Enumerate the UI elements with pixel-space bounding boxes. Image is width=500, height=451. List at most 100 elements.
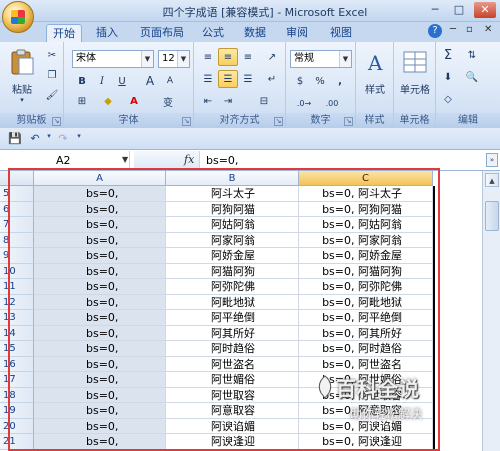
cell-c[interactable]: bs=0, 阿姑阿翁 (299, 217, 433, 233)
font-color-icon[interactable]: A (124, 92, 144, 110)
cell-b[interactable]: 阿弥陀佛 (166, 279, 299, 295)
tab-review[interactable]: 审阅 (280, 24, 314, 42)
underline-button[interactable]: U (112, 72, 132, 90)
cell-a[interactable]: bs=0, (34, 248, 166, 264)
vertical-scrollbar[interactable]: ▲ (482, 171, 500, 451)
fill-color-icon[interactable]: ◆ (98, 92, 118, 110)
grow-font-button[interactable]: A (140, 72, 160, 90)
fill-icon[interactable]: ⬇ (438, 68, 458, 86)
cell-a[interactable]: bs=0, (34, 325, 166, 341)
paste-button[interactable]: 粘贴 ▾ (6, 48, 38, 104)
cell-c[interactable]: bs=0, 阿狗阿猫 (299, 201, 433, 217)
row-header[interactable]: 10 (0, 263, 34, 279)
cell-c[interactable]: bs=0, 阿时趋俗 (299, 341, 433, 357)
office-button[interactable] (2, 1, 34, 33)
clipboard-launcher-icon[interactable]: ↘ (52, 117, 61, 126)
cell-a[interactable]: bs=0, (34, 434, 166, 450)
autosum-button[interactable]: Σ (438, 46, 458, 64)
find-select-icon[interactable]: 🔍 (462, 68, 482, 86)
expand-formula-bar-icon[interactable]: » (486, 153, 498, 167)
cell-c[interactable]: bs=0, 阿弥陀佛 (299, 279, 433, 295)
font-size-combo[interactable]: 12 ▼ (158, 50, 190, 68)
styles-button[interactable]: A 样式 (360, 48, 390, 96)
cell-b[interactable]: 阿猫阿狗 (166, 263, 299, 279)
font-launcher-icon[interactable]: ↘ (182, 117, 191, 126)
tab-home[interactable]: 开始 (46, 24, 82, 42)
phonetic-button[interactable]: 变 (158, 92, 178, 110)
cell-a[interactable]: bs=0, (34, 403, 166, 419)
column-header-c[interactable]: C (299, 171, 433, 186)
cell-b[interactable]: 阿世取容 (166, 387, 299, 403)
cell-b[interactable]: 阿娇金屋 (166, 248, 299, 264)
increase-decimal-icon[interactable]: .0→ (294, 94, 314, 112)
number-format-combo[interactable]: 常规 ▼ (290, 50, 352, 68)
ribbon-restore-icon[interactable]: ▫ (466, 24, 473, 35)
column-header-a[interactable]: A (34, 171, 166, 186)
bold-button[interactable]: B (72, 72, 92, 90)
cell-b[interactable]: 阿谀逢迎 (166, 434, 299, 450)
cell-a[interactable]: bs=0, (34, 341, 166, 357)
cell-b[interactable]: 阿时趋俗 (166, 341, 299, 357)
font-name-dropdown-icon[interactable]: ▼ (141, 51, 153, 67)
paste-dropdown-icon[interactable]: ▾ (6, 96, 38, 104)
number-format-dropdown-icon[interactable]: ▼ (339, 51, 351, 67)
scroll-up-icon[interactable]: ▲ (485, 173, 499, 187)
align-center-icon[interactable]: ☰ (218, 70, 238, 88)
tab-data[interactable]: 数据 (238, 24, 272, 42)
align-bottom-icon[interactable]: ≡ (238, 48, 258, 66)
cell-b[interactable]: 阿狗阿猫 (166, 201, 299, 217)
redo-icon[interactable]: ↷ (56, 132, 70, 146)
cell-a[interactable]: bs=0, (34, 201, 166, 217)
cell-c[interactable]: bs=0, 阿家阿翁 (299, 232, 433, 248)
row-header[interactable]: 13 (0, 310, 34, 326)
border-icon[interactable]: ⊞ (72, 92, 92, 110)
cell-a[interactable]: bs=0, (34, 372, 166, 388)
cell-a[interactable]: bs=0, (34, 279, 166, 295)
row-header[interactable]: 11 (0, 279, 34, 295)
cell-c[interactable]: bs=0, 阿斗太子 (299, 186, 433, 202)
row-header[interactable]: 14 (0, 325, 34, 341)
italic-button[interactable]: I (92, 72, 112, 90)
cell-b[interactable]: 阿平绝倒 (166, 310, 299, 326)
cell-c[interactable]: bs=0, 阿猫阿狗 (299, 263, 433, 279)
cell-a[interactable]: bs=0, (34, 294, 166, 310)
ribbon-minimize-icon[interactable]: ─ (450, 24, 456, 35)
alignment-launcher-icon[interactable]: ↘ (274, 117, 283, 126)
row-header[interactable]: 15 (0, 341, 34, 357)
cell-b[interactable]: 阿斗太子 (166, 186, 299, 202)
insert-function-icon[interactable]: fx (184, 153, 194, 166)
cut-icon[interactable]: ✂ (42, 46, 62, 64)
scroll-thumb[interactable] (485, 201, 499, 231)
font-name-combo[interactable]: 宋体 ▼ (72, 50, 154, 68)
row-header[interactable]: 8 (0, 232, 34, 248)
align-left-icon[interactable]: ☰ (198, 70, 218, 88)
undo-icon[interactable]: ↶ (28, 132, 42, 146)
cell-a[interactable]: bs=0, (34, 217, 166, 233)
row-header[interactable]: 21 (0, 434, 34, 450)
undo-dropdown-icon[interactable]: ▾ (42, 132, 56, 146)
row-header[interactable]: 7 (0, 217, 34, 233)
name-box[interactable]: A2 (0, 151, 130, 170)
sort-filter-icon[interactable]: ⇅ (462, 46, 482, 64)
row-header[interactable]: 16 (0, 356, 34, 372)
align-top-icon[interactable]: ≡ (198, 48, 218, 66)
row-header[interactable]: 12 (0, 294, 34, 310)
formula-input[interactable]: bs=0, (206, 151, 238, 170)
row-header[interactable]: 6 (0, 201, 34, 217)
cell-a[interactable]: bs=0, (34, 232, 166, 248)
decrease-indent-icon[interactable]: ⇤ (198, 92, 218, 110)
cell-b[interactable]: 阿意取容 (166, 403, 299, 419)
decrease-decimal-icon[interactable]: .00 (322, 94, 342, 112)
close-button[interactable]: ✕ (474, 2, 496, 18)
cell-a[interactable]: bs=0, (34, 387, 166, 403)
save-icon[interactable]: 💾 (8, 132, 22, 146)
cell-b[interactable]: 阿世媚俗 (166, 372, 299, 388)
cell-b[interactable]: 阿世盗名 (166, 356, 299, 372)
cell-a[interactable]: bs=0, (34, 356, 166, 372)
currency-button[interactable]: $ (290, 72, 310, 90)
row-header[interactable]: 5 (0, 186, 34, 202)
cell-c[interactable]: bs=0, 阿谀逢迎 (299, 434, 433, 450)
cell-b[interactable]: 阿谀谄媚 (166, 418, 299, 434)
row-header[interactable]: 19 (0, 403, 34, 419)
row-header[interactable]: 17 (0, 372, 34, 388)
